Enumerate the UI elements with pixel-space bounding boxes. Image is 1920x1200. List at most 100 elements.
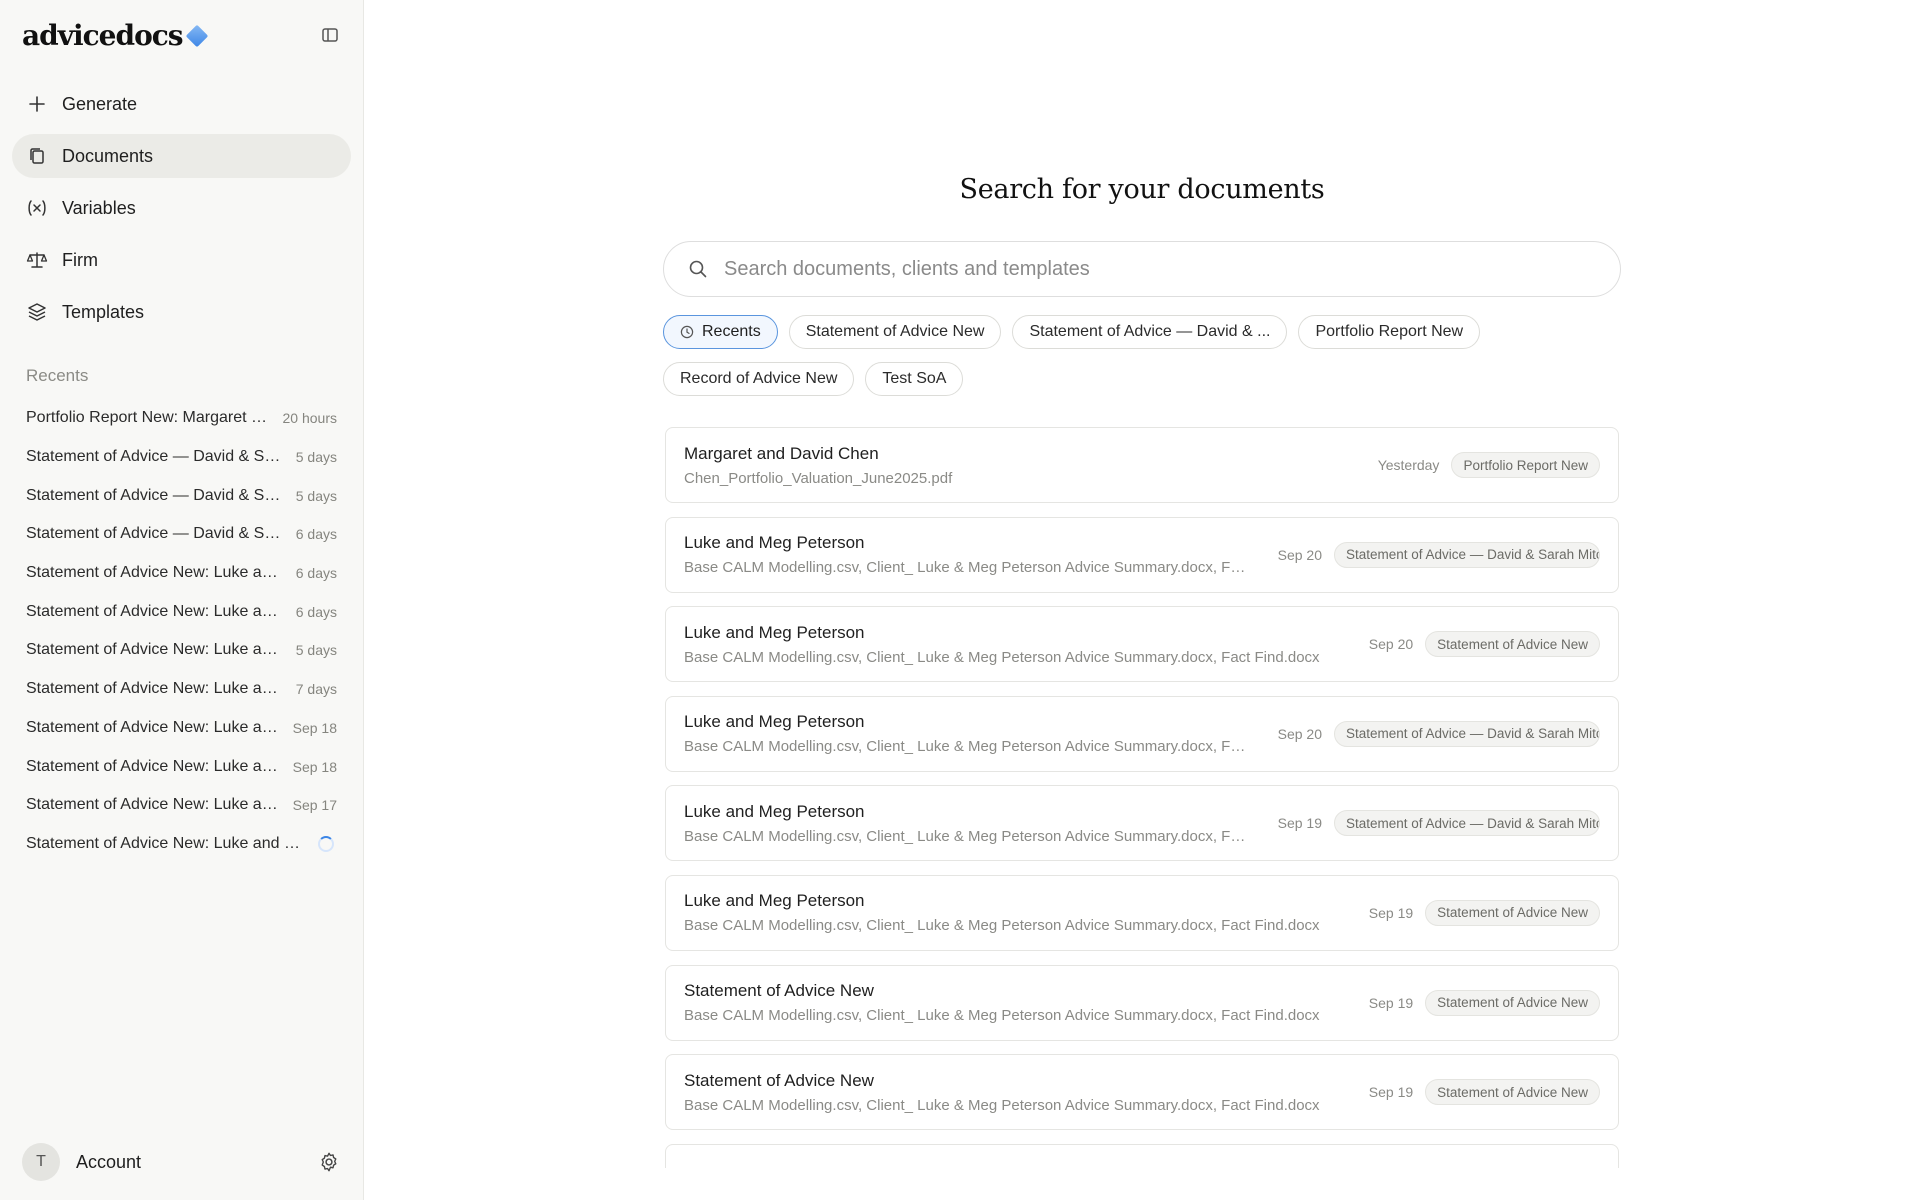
document-files: Base CALM Modelling.csv, Client_ Luke & …: [684, 917, 1320, 935]
recent-item-title: Statement of Advice — David & Sarah Mitc…: [26, 448, 286, 466]
document-text: Luke and Meg Peterson Base CALM Modelling…: [684, 802, 1254, 845]
document-row[interactable]: Statement of Advice New Base CALM Modelli…: [665, 964, 1619, 1041]
account-row: T Account: [22, 1142, 341, 1182]
documents-icon: [26, 145, 48, 167]
recent-item-title: Statement of Advice New: Luke and Meg Pe…: [26, 796, 283, 814]
sidebar-toggle-icon: [322, 28, 338, 42]
search-input[interactable]: [722, 256, 1620, 282]
document-row[interactable]: Luke and Meg Peterson Base CALM Modelling…: [665, 695, 1619, 772]
recent-item[interactable]: Statement of Advice — David & Sarah Mitc…: [26, 438, 337, 477]
nav-item-firm[interactable]: Firm: [12, 238, 351, 282]
recent-item-title: Statement of Advice — David & Sarah Mitc…: [26, 525, 286, 543]
recent-item-title: Statement of Advice New: Luke and Meg Pe…: [26, 834, 308, 852]
document-text: Luke and Meg Peterson Base CALM Modelling…: [684, 533, 1254, 576]
document-files: Chen_Portfolio_Valuation_June2025.pdf: [684, 469, 953, 487]
recent-item[interactable]: Statement of Advice New: Luke and Meg Pe…: [26, 631, 337, 670]
document-title: Luke and Meg Peterson: [684, 622, 865, 642]
document-row[interactable]: Margaret and David Chen Chen_Portfolio_Va…: [665, 427, 1619, 503]
recent-item-time: 6 days: [295, 603, 337, 620]
template-badge: Statement of Advice New: [1425, 989, 1600, 1016]
document-date: Sep 20: [1277, 546, 1322, 563]
document-text: Luke and Meg Peterson Base CALM Modelling…: [684, 623, 1345, 666]
recent-item[interactable]: Statement of Advice New: Luke and Meg Pe…: [26, 747, 337, 786]
document-row[interactable]: Luke and Meg Peterson Base CALM Modelling…: [665, 874, 1619, 951]
document-files: Base CALM Modelling.csv, Client_ Luke & …: [684, 1096, 1320, 1114]
loading-spinner-icon: [318, 835, 334, 852]
recent-item[interactable]: Statement of Advice New: Luke and Meg Pe…: [26, 709, 337, 748]
recent-item-title: Statement of Advice New: Luke and Meg Pe…: [26, 602, 286, 620]
template-badge: Statement of Advice — David & Sarah Mitc…: [1334, 541, 1600, 568]
recent-item-title: Statement of Advice New: Luke and Meg Pe…: [26, 641, 286, 659]
account-link[interactable]: Account: [76, 1152, 141, 1173]
nav-item-variables[interactable]: Variables: [12, 186, 351, 230]
recent-item-time: 5 days: [295, 487, 337, 504]
filter-chip[interactable]: Recents: [663, 315, 778, 349]
document-row[interactable]: Statement of Advice New Base CALM Modelli…: [665, 1054, 1619, 1131]
filter-chip[interactable]: Record of Advice New: [663, 362, 855, 396]
document-title: Statement of Advice New: [684, 1070, 874, 1090]
plus-icon: [26, 93, 48, 115]
recent-item-title: Portfolio Report New: Margaret and David…: [26, 409, 273, 427]
recents-heading: Recents: [26, 366, 89, 385]
recent-item[interactable]: Statement of Advice New: Luke and Meg Pe…: [26, 554, 337, 593]
recent-item[interactable]: Statement of Advice New: Luke and Meg Pe…: [26, 786, 337, 825]
nav-item-documents[interactable]: Documents: [12, 134, 351, 178]
filter-chip-label: Record of Advice New: [680, 370, 838, 387]
settings-button[interactable]: [317, 1150, 341, 1174]
main-content: Search for your documents Recents Stateme…: [364, 0, 1920, 1200]
page-title: Search for your documents: [959, 174, 1325, 205]
recent-item[interactable]: Statement of Advice New: Luke and Meg Pe…: [26, 825, 337, 864]
filter-chip[interactable]: Statement of Advice New: [788, 315, 1002, 349]
template-badge: Statement of Advice New: [1425, 899, 1600, 926]
filter-chip-label: Statement of Advice New: [805, 323, 985, 340]
template-badge: Statement of Advice New: [1425, 1079, 1600, 1106]
filter-chip-label: Test SoA: [882, 370, 947, 387]
document-date: Yesterday: [1377, 457, 1440, 473]
filter-chip[interactable]: Statement of Advice — David & ...: [1012, 315, 1288, 349]
avatar[interactable]: T: [22, 1143, 60, 1181]
document-row[interactable]: Luke and Meg Peterson Base CALM Modelling…: [665, 516, 1619, 593]
recent-item-title: Statement of Advice New: Luke and Meg Pe…: [26, 564, 286, 582]
collapse-sidebar-button[interactable]: [319, 24, 341, 46]
filter-chip[interactable]: Test SoA: [865, 362, 964, 396]
document-title: Statement of Advice New: [684, 981, 874, 1001]
recent-item-title: Statement of Advice New: Luke and Meg Pe…: [26, 757, 283, 775]
scale-icon: [26, 249, 48, 271]
main-nav: Generate Documents Variables Firm Templa…: [12, 82, 351, 342]
template-badge: Statement of Advice — David & Sarah Mitc…: [1334, 720, 1600, 747]
document-files: Base CALM Modelling.csv, Client_ Luke & …: [684, 559, 1254, 577]
recent-item[interactable]: Portfolio Report New: Margaret and David…: [26, 399, 337, 438]
nav-label: Templates: [62, 301, 145, 322]
nav-item-generate[interactable]: Generate: [12, 82, 351, 126]
filter-chip-label: Portfolio Report New: [1315, 323, 1464, 340]
recent-item[interactable]: Statement of Advice — David & Sarah Mitc…: [26, 476, 337, 515]
recent-item-time: 6 days: [295, 565, 337, 582]
document-row[interactable]: Luke and Meg Peterson Base CALM Modelling…: [665, 785, 1619, 862]
document-date: Sep 19: [1368, 904, 1414, 921]
recent-item-time: Sep 17: [292, 797, 337, 814]
recent-item-time: Sep 18: [292, 719, 337, 736]
recent-item[interactable]: Statement of Advice New: Luke and Meg Pe…: [26, 670, 337, 709]
recent-item-title: Statement of Advice New: Luke and Meg Pe…: [26, 680, 286, 698]
recent-item-time: 20 hours: [282, 410, 337, 427]
document-row[interactable]: Luke and Meg Peterson Base CALM Modelling…: [665, 606, 1619, 683]
document-date: Sep 20: [1368, 636, 1414, 653]
document-title: Luke and Meg Peterson: [684, 533, 865, 553]
filter-chip[interactable]: Portfolio Report New: [1298, 315, 1481, 349]
variable-icon: [26, 197, 48, 219]
clock-icon: [680, 325, 694, 339]
search-bar[interactable]: [663, 241, 1621, 297]
document-files: Base CALM Modelling.csv, Client_ Luke & …: [684, 1007, 1320, 1025]
recent-item[interactable]: Statement of Advice New: Luke and Meg Pe…: [26, 592, 337, 631]
recent-item[interactable]: Statement of Advice — David & Sarah Mitc…: [26, 515, 337, 554]
list-clip: [364, 1168, 1920, 1200]
template-badge: Statement of Advice — David & Sarah Mitc…: [1334, 810, 1600, 837]
document-date: Sep 19: [1368, 994, 1414, 1011]
nav-item-templates[interactable]: Templates: [12, 290, 351, 334]
recent-item-time: 7 days: [295, 681, 337, 698]
nav-label: Variables: [62, 197, 136, 218]
sidebar: advicedocs Generate Documents Variables …: [0, 0, 364, 1200]
document-files: Base CALM Modelling.csv, Client_ Luke & …: [684, 738, 1254, 756]
nav-label: Documents: [62, 145, 154, 166]
nav-label: Firm: [62, 249, 98, 270]
